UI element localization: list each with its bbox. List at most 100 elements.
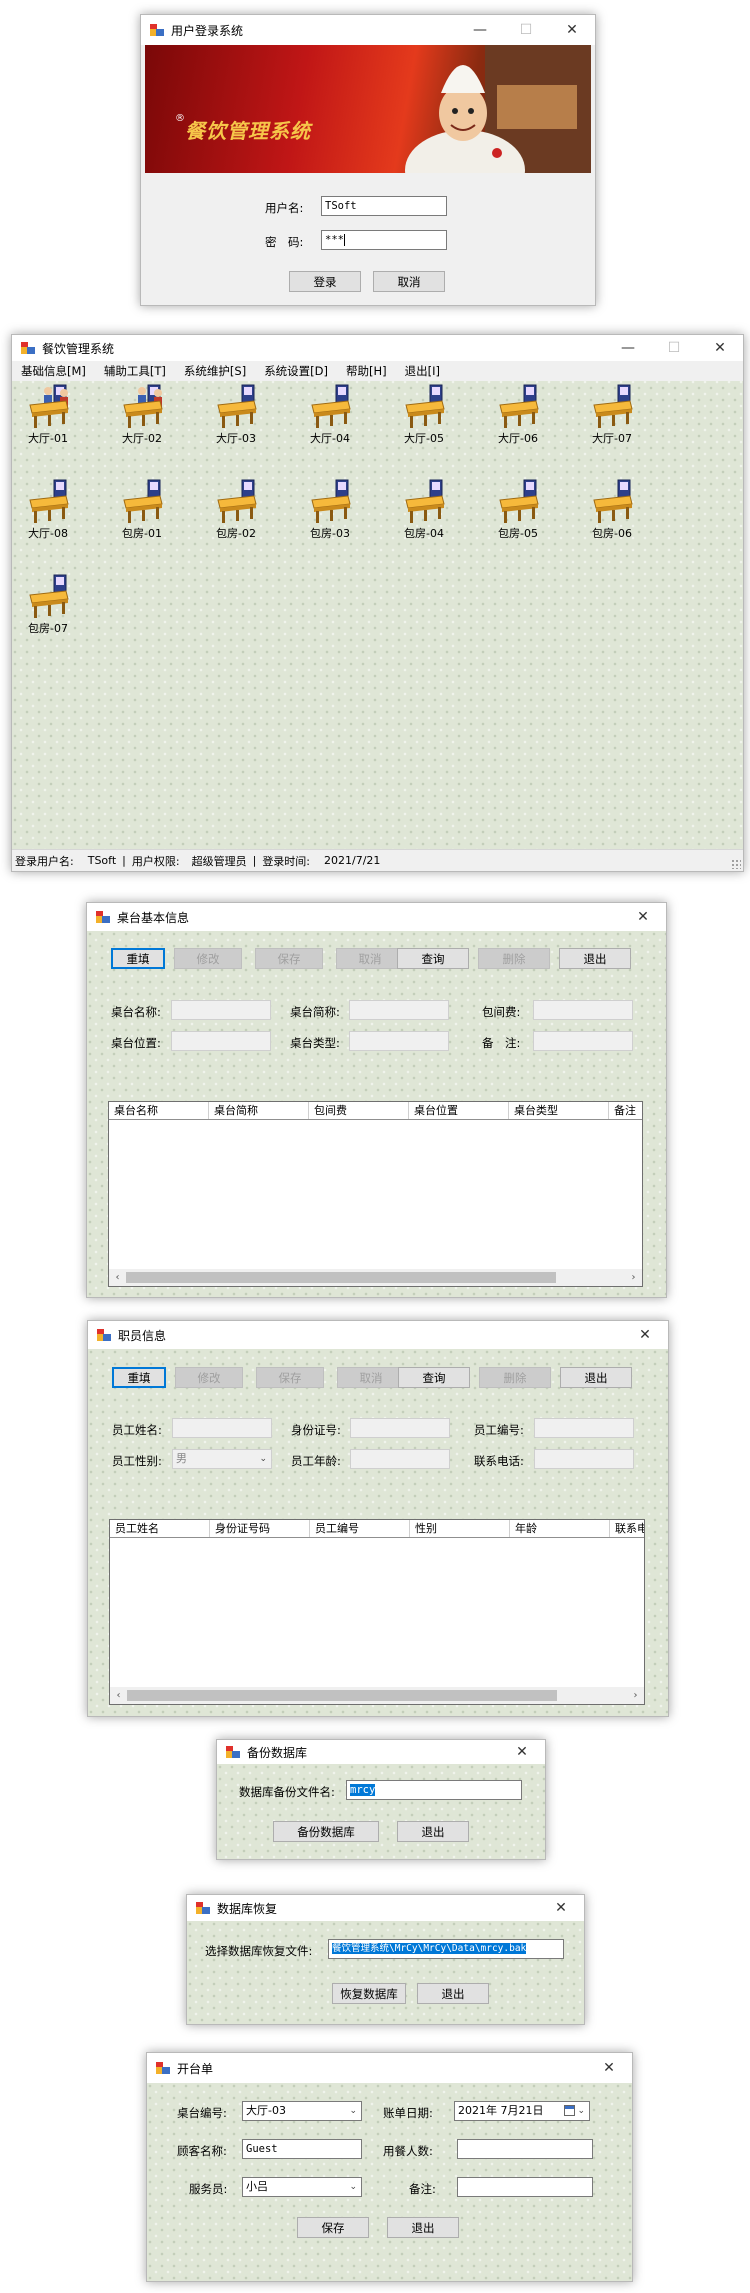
minimize-icon[interactable]: — [457,15,503,45]
dining-table-item[interactable]: 大厅-04 [300,383,360,446]
staff-no-input[interactable] [534,1418,634,1438]
close-icon[interactable]: ✕ [499,1740,545,1764]
scroll-thumb[interactable] [127,1690,557,1701]
dining-table-item[interactable]: 包房-07 [18,573,78,636]
bill-date-picker[interactable]: 2021年 7月21日 ⌄ [454,2101,590,2121]
dining-table-item[interactable]: 包房-04 [394,478,454,541]
column-header[interactable]: 桌台位置 [409,1102,509,1119]
main-titlebar[interactable]: 餐饮管理系统 — ☐ ✕ [12,335,743,361]
column-header[interactable]: 备注 [609,1102,642,1119]
query-button[interactable]: 查询 [398,1367,470,1388]
calendar-icon[interactable] [564,2105,575,2116]
close-icon[interactable]: ✕ [538,1895,584,1921]
exit-button[interactable]: 退出 [559,948,631,969]
menu-maintenance[interactable]: 系统维护[S] [175,363,255,379]
room-fee-input[interactable] [533,1000,633,1020]
dining-table-icon [593,479,633,523]
id-number-input[interactable] [350,1418,450,1438]
table-short-input[interactable] [349,1000,449,1020]
password-input[interactable]: *** [321,230,447,250]
menu-help[interactable]: 帮助[H] [337,363,396,379]
dining-table-item[interactable]: 大厅-05 [394,383,454,446]
close-icon[interactable]: ✕ [549,15,595,45]
column-header[interactable]: 桌台名称 [109,1102,209,1119]
dining-table-item[interactable]: 包房-03 [300,478,360,541]
menu-settings[interactable]: 系统设置[D] [255,363,337,379]
exit-button[interactable]: 退出 [417,1983,489,2004]
menu-tools[interactable]: 辅助工具[T] [95,363,175,379]
dining-table-item[interactable]: 大厅-06 [488,383,548,446]
resize-grip[interactable] [731,859,741,869]
refill-button[interactable]: 重填 [112,1367,166,1388]
backup-button[interactable]: 备份数据库 [273,1821,379,1842]
save-button[interactable]: 保存 [297,2217,369,2238]
exit-button[interactable]: 退出 [397,1821,469,1842]
exit-button[interactable]: 退出 [387,2217,459,2238]
guest-name-input[interactable]: Guest [242,2139,362,2159]
restore-file-input[interactable]: 餐饮管理系统\MrCy\MrCy\Data\mrcy.bak [328,1939,564,1959]
table-name-input[interactable] [171,1000,271,1020]
username-input[interactable]: TSoft [321,196,447,216]
dining-table-item[interactable]: 大厅-03 [206,383,266,446]
column-header[interactable]: 包间费 [309,1102,409,1119]
column-header[interactable]: 员工姓名 [110,1520,210,1537]
query-button[interactable]: 查询 [397,948,469,969]
dining-table-item[interactable]: 大厅-02 [112,383,172,446]
dining-table-item[interactable]: 包房-05 [488,478,548,541]
staff-name-input[interactable] [172,1418,272,1438]
table-position-input[interactable] [171,1031,271,1051]
save-button: 保存 [256,1367,324,1388]
column-header[interactable]: 年龄 [510,1520,610,1537]
horizontal-scrollbar[interactable]: ‹ › [110,1687,644,1704]
exit-button[interactable]: 退出 [560,1367,632,1388]
gender-select[interactable]: 男 ⌄ [172,1449,272,1469]
login-titlebar[interactable]: 用户登录系统 — ☐ ✕ [141,15,595,45]
age-input[interactable] [350,1449,450,1469]
dining-table-item[interactable]: 包房-06 [582,478,642,541]
column-header[interactable]: 性别 [410,1520,510,1537]
horizontal-scrollbar[interactable]: ‹ › [109,1269,642,1286]
close-icon[interactable]: ✕ [620,903,666,931]
column-header[interactable]: 联系电 [610,1520,644,1537]
phone-input[interactable] [534,1449,634,1469]
table-type-input[interactable] [349,1031,449,1051]
menu-exit[interactable]: 退出[I] [396,363,449,379]
scroll-right-icon[interactable]: › [627,1687,644,1704]
scroll-right-icon[interactable]: › [625,1269,642,1286]
table-info-titlebar[interactable]: 桌台基本信息 ✕ [87,903,666,931]
staff-info-grid[interactable]: 员工姓名 身份证号码 员工编号 性别 年龄 联系电 ‹ › [109,1519,645,1705]
login-button[interactable]: 登录 [289,271,361,292]
menu-basic-info[interactable]: 基础信息[M] [12,363,95,379]
table-info-grid[interactable]: 桌台名称 桌台简称 包间费 桌台位置 桌台类型 备注 ‹ › [108,1101,643,1287]
dining-table-item[interactable]: 包房-01 [112,478,172,541]
column-header[interactable]: 员工编号 [310,1520,410,1537]
close-icon[interactable]: ✕ [622,1321,668,1349]
remark-input[interactable] [457,2177,593,2197]
backup-titlebar[interactable]: 备份数据库 ✕ [217,1740,545,1764]
column-header[interactable]: 桌台简称 [209,1102,309,1119]
restore-titlebar[interactable]: 数据库恢复 ✕ [187,1895,584,1921]
cancel-button[interactable]: 取消 [373,271,445,292]
minimize-icon[interactable]: — [605,335,651,361]
dining-table-item[interactable]: 包房-02 [206,478,266,541]
refill-button[interactable]: 重填 [111,948,165,969]
staff-info-titlebar[interactable]: 职员信息 ✕ [88,1321,668,1349]
remark-input[interactable] [533,1031,633,1051]
close-icon[interactable]: ✕ [586,2053,632,2083]
chef-mascot-image [405,45,591,173]
dining-table-item[interactable]: 大厅-01 [18,383,78,446]
diners-input[interactable] [457,2139,593,2159]
scroll-left-icon[interactable]: ‹ [109,1269,126,1286]
open-table-titlebar[interactable]: 开台单 ✕ [147,2053,632,2083]
dining-table-item[interactable]: 大厅-08 [18,478,78,541]
restore-button[interactable]: 恢复数据库 [332,1983,406,2004]
column-header[interactable]: 身份证号码 [210,1520,310,1537]
backup-file-input[interactable]: mrcy [346,1780,522,1800]
waiter-select[interactable]: 小吕 ⌄ [242,2177,362,2197]
scroll-left-icon[interactable]: ‹ [110,1687,127,1704]
table-no-select[interactable]: 大厅-03 ⌄ [242,2101,362,2121]
scroll-thumb[interactable] [126,1272,556,1283]
close-icon[interactable]: ✕ [697,335,743,361]
column-header[interactable]: 桌台类型 [509,1102,609,1119]
dining-table-item[interactable]: 大厅-07 [582,383,642,446]
